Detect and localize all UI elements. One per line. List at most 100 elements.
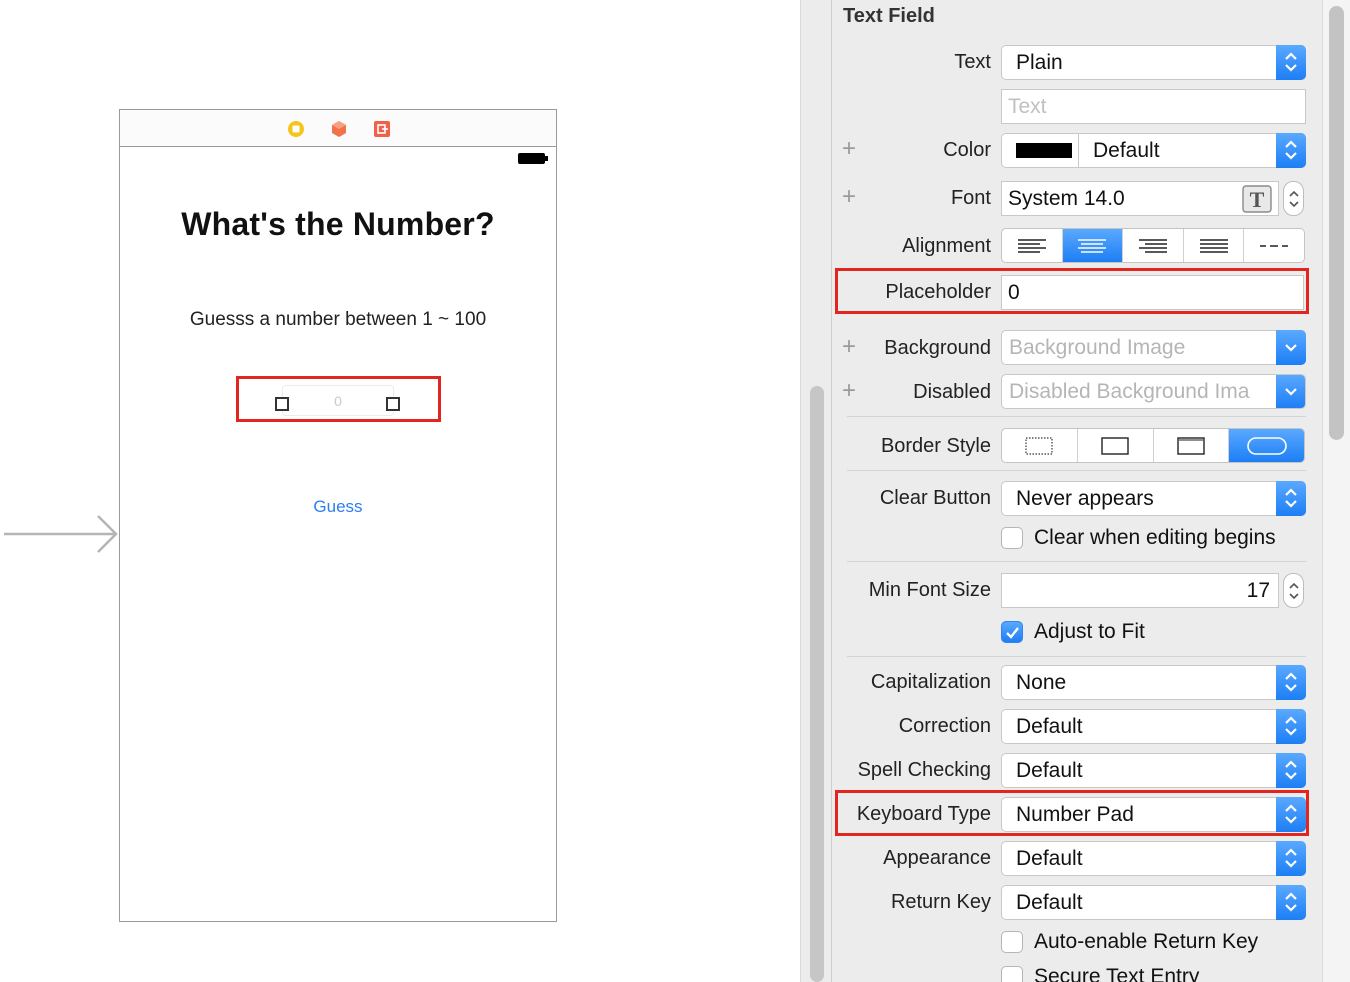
background-image-combo[interactable]: Background Image xyxy=(1001,330,1306,365)
section-title: Text Field xyxy=(843,5,935,27)
clear-button-label: Clear Button xyxy=(879,487,991,509)
first-responder-icon[interactable] xyxy=(330,120,348,138)
auto-enable-return-label: Auto-enable Return Key xyxy=(1034,930,1259,953)
disabled-background-combo[interactable]: Disabled Background Ima xyxy=(1001,374,1306,409)
min-font-size-stepper[interactable] xyxy=(1283,573,1304,608)
inspector-scrollbar[interactable] xyxy=(1322,0,1350,982)
color-label: Color xyxy=(943,139,991,161)
align-natural-segment[interactable] xyxy=(1244,229,1304,262)
align-right-icon xyxy=(1138,238,1167,253)
popup-arrows-icon xyxy=(1276,481,1306,516)
combo-arrow-icon xyxy=(1276,375,1305,408)
align-justified-icon xyxy=(1199,238,1228,253)
border-rounded-segment[interactable] xyxy=(1229,429,1304,462)
text-type-popup[interactable]: Plain xyxy=(1001,45,1306,80)
font-field[interactable]: System 14.0 T xyxy=(1001,181,1279,216)
spell-checking-label: Spell Checking xyxy=(857,759,991,781)
border-style-label: Border Style xyxy=(880,435,991,457)
popup-arrows-icon xyxy=(1276,709,1306,744)
exit-icon[interactable] xyxy=(373,120,391,138)
alignment-segmented-control[interactable] xyxy=(1001,228,1305,263)
align-center-segment[interactable] xyxy=(1062,229,1124,262)
initial-view-controller-arrow-icon xyxy=(4,515,118,553)
gutter-scroll-thumb[interactable] xyxy=(810,386,824,982)
battery-icon xyxy=(518,153,548,164)
guess-button[interactable]: Guess xyxy=(120,497,556,517)
return-key-value: Default xyxy=(1016,891,1083,914)
border-style-segmented-control[interactable] xyxy=(1001,428,1305,463)
text-label: Text xyxy=(954,51,991,73)
correction-value: Default xyxy=(1016,715,1083,738)
background-image-placeholder: Background Image xyxy=(1009,336,1186,359)
auto-enable-return-checkbox[interactable] xyxy=(1001,931,1023,953)
align-justified-segment[interactable] xyxy=(1184,229,1245,262)
view-controller-scene[interactable]: What's the Number? Guesss a number betwe… xyxy=(119,109,557,922)
attributes-inspector: Text Field Text Plain Text + Color Defau… xyxy=(832,0,1322,982)
return-key-popup[interactable]: Default xyxy=(1001,885,1306,920)
align-right-segment[interactable] xyxy=(1123,229,1184,262)
keyboard-type-highlight xyxy=(835,790,1309,836)
combo-arrow-icon xyxy=(1276,330,1306,365)
popup-arrows-icon xyxy=(1276,885,1306,920)
font-label: Font xyxy=(950,187,991,209)
spell-checking-value: Default xyxy=(1016,759,1083,782)
text-field-highlight xyxy=(236,376,441,422)
svg-text:T: T xyxy=(1250,187,1265,212)
min-font-size-label: Min Font Size xyxy=(868,579,991,601)
page-title: What's the Number? xyxy=(181,206,495,242)
appearance-value: Default xyxy=(1016,847,1083,870)
border-none-segment[interactable] xyxy=(1002,429,1078,462)
add-variation-color-icon[interactable]: + xyxy=(842,137,856,161)
inspector-gutter xyxy=(800,0,832,982)
border-rounded-icon xyxy=(1246,436,1287,455)
color-well[interactable] xyxy=(1001,133,1079,168)
secure-text-entry-label: Secure Text Entry xyxy=(1034,965,1200,982)
align-center-icon xyxy=(1078,238,1107,253)
correction-label: Correction xyxy=(898,715,991,737)
popup-arrows-icon xyxy=(1276,841,1306,876)
color-popup[interactable]: Default xyxy=(1078,133,1306,168)
disabled-label: Disabled xyxy=(913,381,991,403)
inspector-scroll-thumb[interactable] xyxy=(1329,6,1344,440)
divider xyxy=(847,416,1306,417)
add-variation-background-icon[interactable]: + xyxy=(842,335,856,359)
popup-arrows-icon xyxy=(1276,133,1306,168)
adjust-to-fit-checkbox[interactable] xyxy=(1001,621,1023,643)
popup-arrows-icon xyxy=(1276,45,1306,80)
add-variation-font-icon[interactable]: + xyxy=(842,185,856,209)
capitalization-popup[interactable]: None xyxy=(1001,665,1306,700)
color-swatch xyxy=(1016,143,1072,158)
font-value: System 14.0 xyxy=(1008,187,1125,210)
divider xyxy=(847,561,1306,562)
text-content-field[interactable]: Text xyxy=(1001,89,1306,124)
font-size-stepper[interactable] xyxy=(1283,181,1304,216)
min-font-size-field[interactable]: 17 xyxy=(1001,573,1279,608)
placeholder-highlight xyxy=(835,268,1309,314)
align-left-segment[interactable] xyxy=(1002,229,1063,262)
appearance-label: Appearance xyxy=(883,847,991,869)
clear-button-popup[interactable]: Never appears xyxy=(1001,481,1306,516)
view-controller-icon[interactable] xyxy=(287,120,305,138)
appearance-popup[interactable]: Default xyxy=(1001,841,1306,876)
capitalization-value: None xyxy=(1016,671,1067,694)
add-variation-disabled-icon[interactable]: + xyxy=(842,379,856,403)
border-none-icon xyxy=(1025,436,1053,455)
instruction-label: Guesss a number between 1 ~ 100 xyxy=(189,309,487,330)
return-key-label: Return Key xyxy=(890,891,991,913)
color-value: Default xyxy=(1093,139,1160,162)
clear-when-editing-checkbox[interactable] xyxy=(1001,527,1023,549)
disabled-background-placeholder: Disabled Background Ima xyxy=(1009,380,1250,403)
border-line-segment[interactable] xyxy=(1078,429,1154,462)
align-natural-icon xyxy=(1260,244,1289,247)
align-left-icon xyxy=(1017,238,1046,253)
spell-checking-popup[interactable]: Default xyxy=(1001,753,1306,788)
secure-text-entry-checkbox[interactable] xyxy=(1001,966,1023,982)
storyboard-canvas: What's the Number? Guesss a number betwe… xyxy=(0,0,800,982)
border-bezel-segment[interactable] xyxy=(1154,429,1230,462)
font-picker-icon[interactable]: T xyxy=(1242,185,1272,213)
capitalization-label: Capitalization xyxy=(870,671,991,693)
divider xyxy=(847,656,1306,657)
popup-arrows-icon xyxy=(1276,665,1306,700)
checkmark-icon xyxy=(1006,627,1019,639)
correction-popup[interactable]: Default xyxy=(1001,709,1306,744)
